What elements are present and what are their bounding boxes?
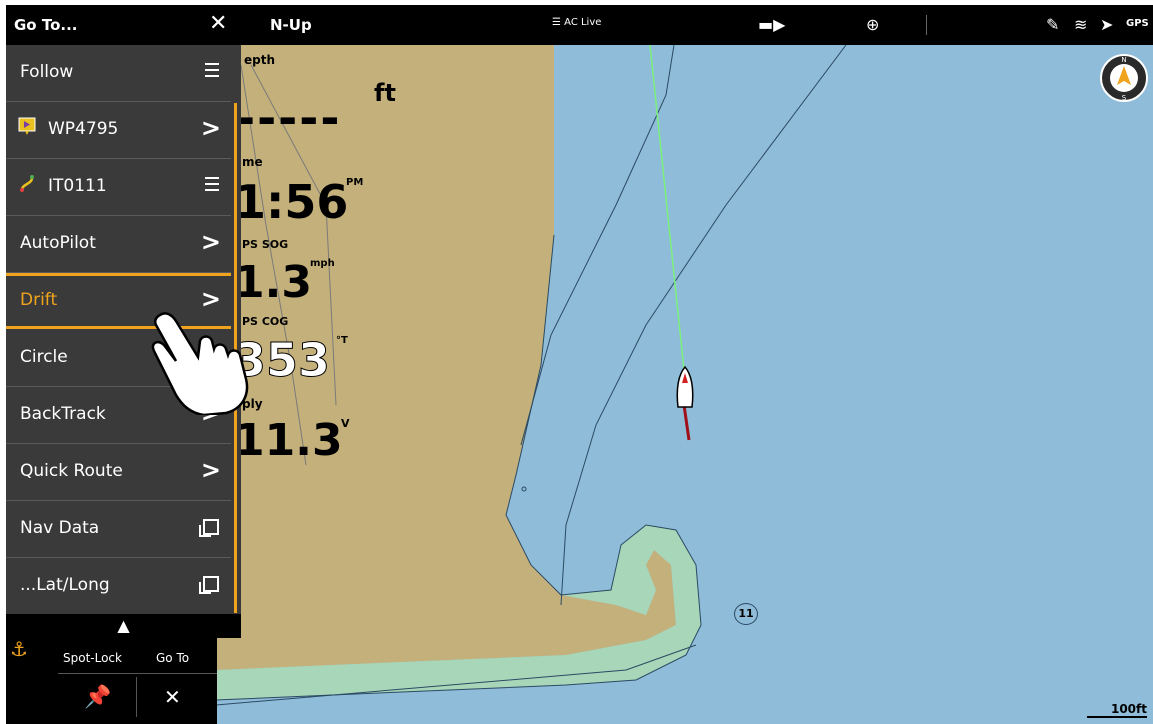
menu-item-follow[interactable]: Follow [6, 45, 231, 102]
menu-item-label: Quick Route [20, 461, 123, 481]
menu-item-label: BackTrack [20, 404, 106, 424]
close-icon[interactable]: ✕ [209, 11, 227, 36]
menu-item-label: Follow [20, 62, 74, 82]
ac-live-icon[interactable]: ☰ AC Live [552, 17, 601, 28]
menu-item-label: Drift [20, 290, 58, 310]
menu-title: Go To... [14, 16, 78, 34]
anchor-icon: ⚓ [10, 637, 28, 661]
scale-bar: 100ft [1087, 702, 1147, 718]
compass-icon[interactable]: N S [1099, 53, 1149, 103]
menu-item-lat-long[interactable]: ...Lat/Long [6, 558, 231, 614]
menu-item-label: ...Lat/Long [20, 575, 110, 595]
time-label: me [242, 155, 263, 169]
menu-item-label: AutoPilot [20, 233, 96, 253]
window-icon [199, 519, 219, 537]
map-marker[interactable]: 11 [734, 603, 758, 625]
bottom-toolbar: ⚓ Spot-Lock Go To 📌 ✕ [6, 637, 217, 724]
window-icon [199, 576, 219, 594]
chart-view: N S 11 epth ft ----- me 1:56 PM PS SOG 1… [6, 5, 1153, 724]
divider [926, 15, 927, 35]
scroll-up-button[interactable]: ▲ [6, 614, 241, 638]
chevron-right-icon: > [200, 114, 221, 142]
time-suffix: PM [346, 177, 364, 188]
depth-value: ----- [236, 91, 342, 145]
sog-unit: mph [310, 258, 335, 269]
chevron-right-icon: > [200, 228, 221, 256]
transducer-icon: ✎ [1046, 15, 1060, 34]
menu-item-nav-data[interactable]: Nav Data [6, 501, 231, 558]
cog-unit: °T [336, 335, 348, 346]
go-to-button[interactable]: Go To [156, 651, 189, 665]
menu-item-autopilot[interactable]: AutoPilot > [6, 216, 231, 273]
top-bar: Go To... ✕ N-Up ☰ AC Live ▬▶ ⊕ ✎ ≋ ➤ GPS [6, 5, 1153, 45]
menu-item-label: Nav Data [20, 518, 100, 538]
divider [58, 673, 217, 674]
depth-label: epth [244, 53, 276, 67]
volt-unit: V [341, 417, 350, 430]
svg-text:N: N [1121, 56, 1126, 64]
divider [136, 677, 137, 717]
volt-value: 11.3 [234, 415, 343, 466]
depth-unit: ft [374, 79, 396, 107]
ac-live-label: AC Live [564, 17, 602, 28]
close-icon[interactable]: ✕ [164, 685, 181, 709]
svg-text:S: S [1122, 94, 1127, 102]
menu-item-label: IT0111 [48, 176, 107, 196]
list-icon [205, 177, 219, 191]
waypoint-icon [18, 117, 36, 135]
menu-item-waypoint[interactable]: WP4795 > [6, 102, 231, 159]
time-value: 1:56 [234, 175, 349, 229]
navigation-icon: ➤ [1100, 15, 1114, 34]
chevron-up-icon: ▲ [117, 616, 130, 635]
sonar-icon: ≋ [1074, 15, 1088, 34]
menu-item-label: WP4795 [48, 119, 119, 139]
crosshair-icon[interactable]: ⊕ [866, 15, 879, 34]
pin-icon[interactable]: 📌 [84, 685, 111, 710]
chevron-right-icon: > [200, 456, 221, 484]
gps-icon: GPS [1126, 18, 1149, 29]
menu-item-track[interactable]: IT0111 [6, 159, 231, 216]
track-icon [20, 175, 34, 192]
hand-pointer-icon [151, 312, 249, 415]
battery-icon: ▬▶ [758, 15, 786, 34]
menu-item-quick-route[interactable]: Quick Route > [6, 444, 231, 501]
sog-value: 1.3 [234, 257, 312, 308]
menu-item-label: Circle [20, 347, 68, 367]
orientation-label[interactable]: N-Up [270, 16, 312, 34]
sog-label: PS SOG [242, 238, 289, 251]
list-icon [205, 63, 219, 77]
spot-lock-button[interactable]: Spot-Lock [63, 651, 122, 665]
